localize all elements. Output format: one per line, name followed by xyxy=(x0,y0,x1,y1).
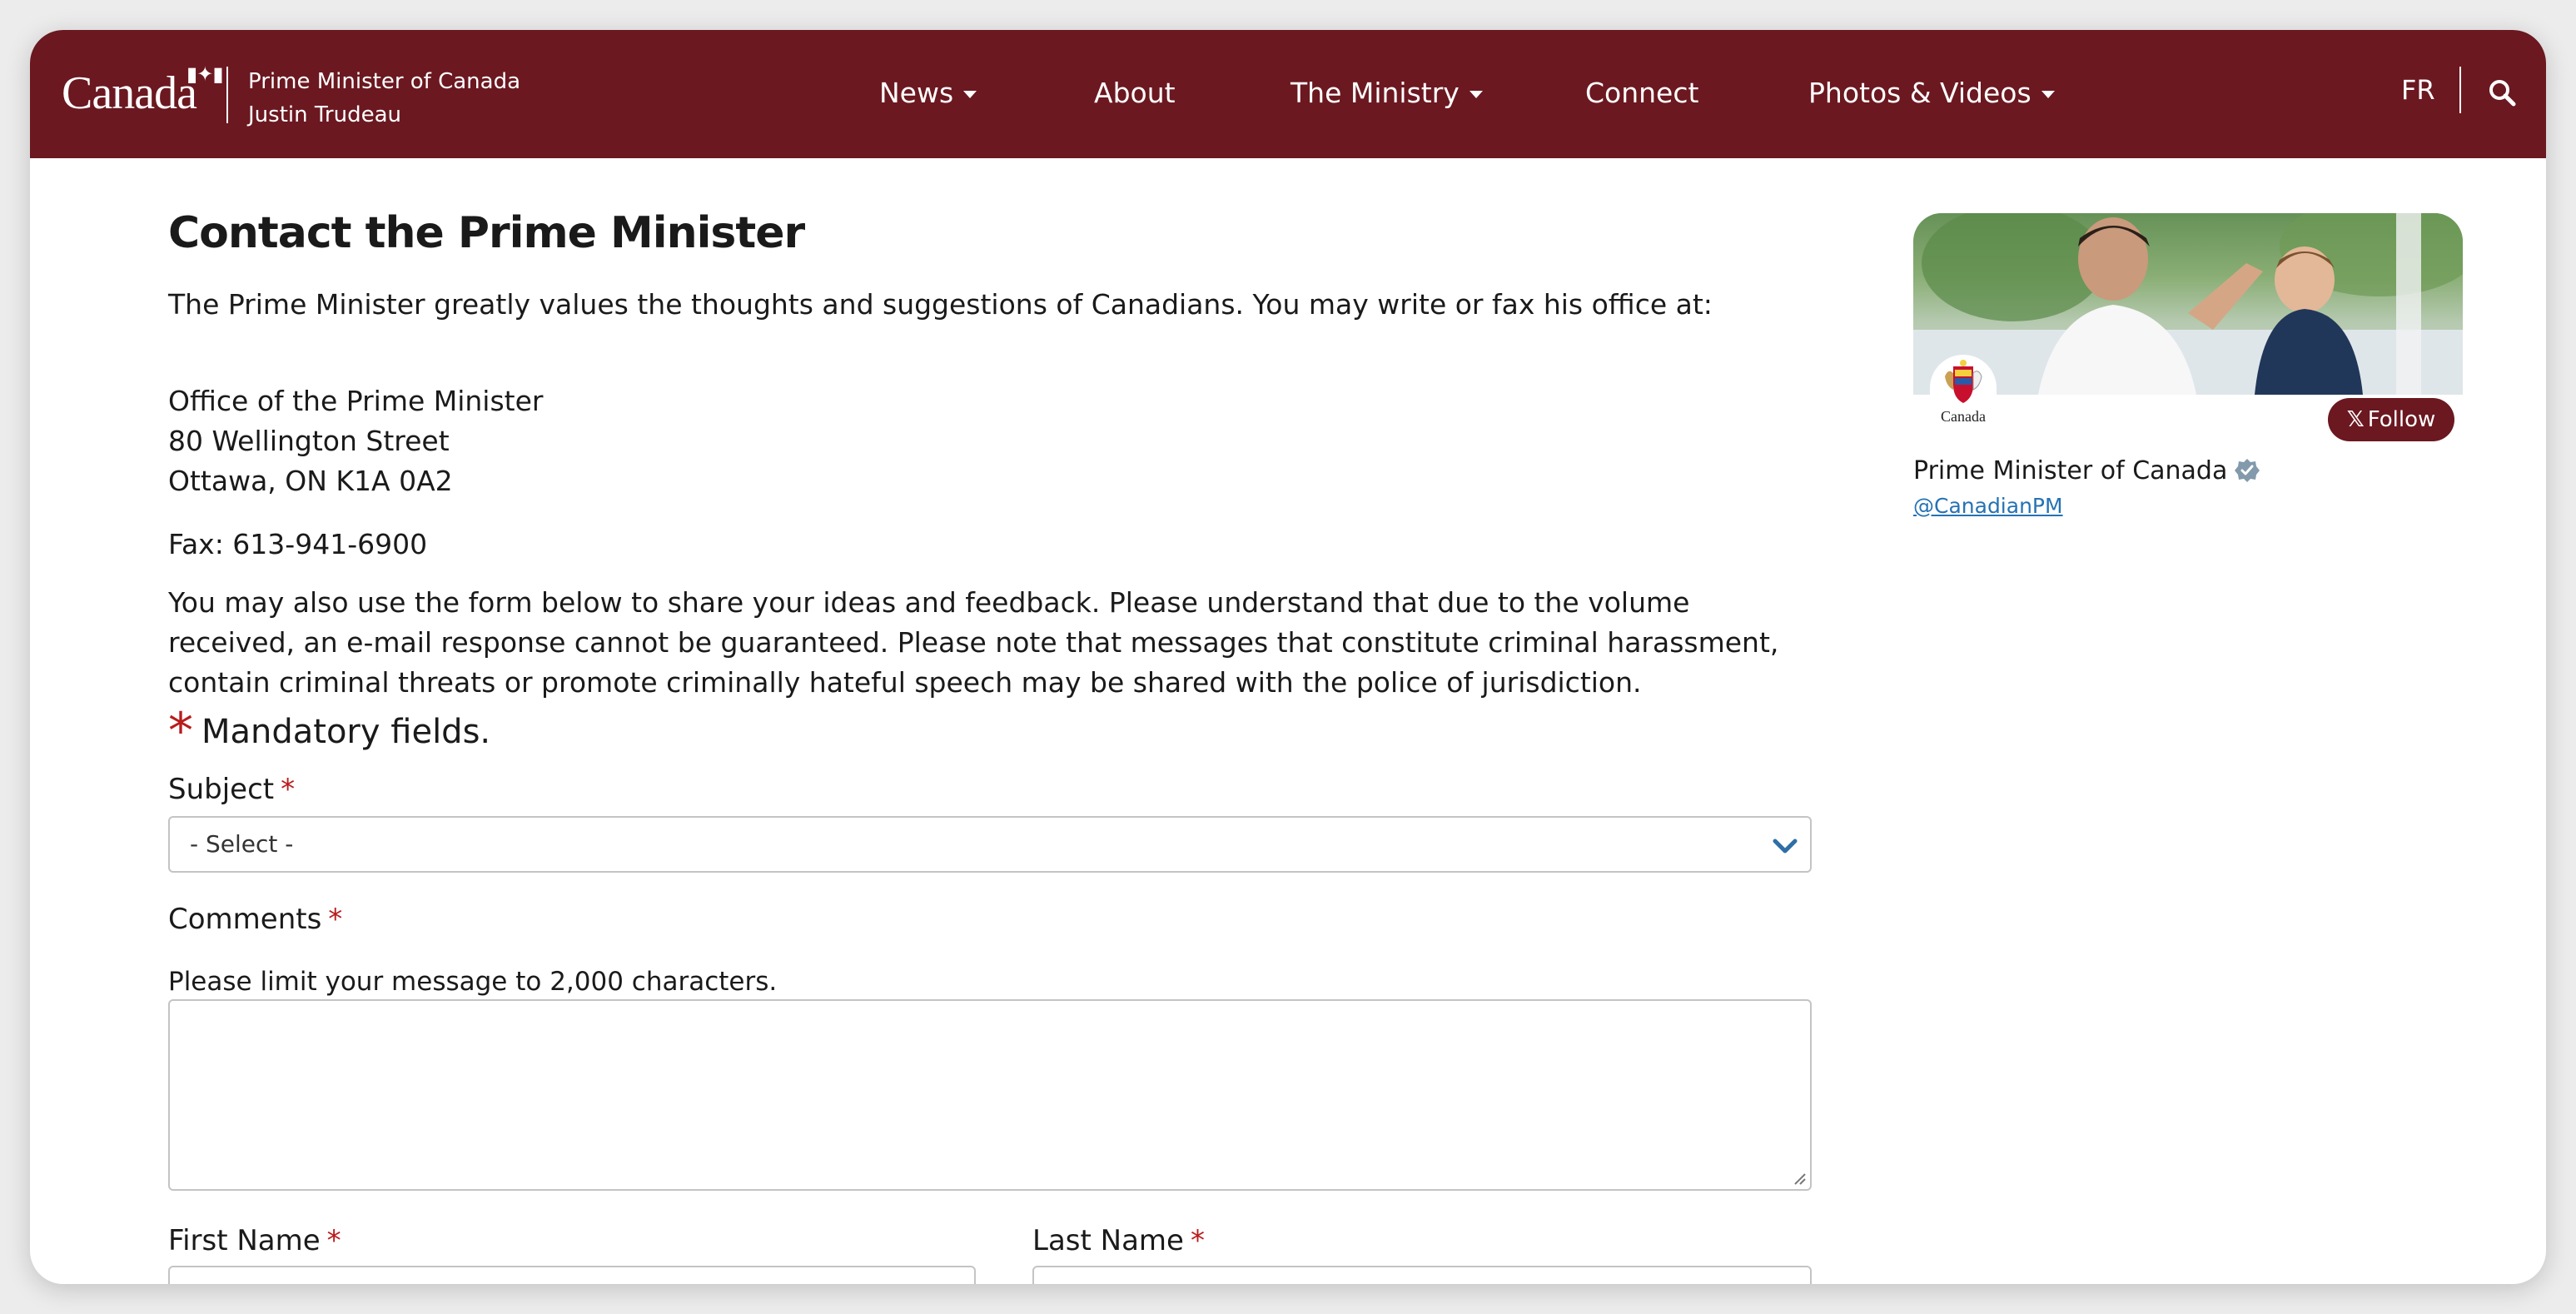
profile-avatar[interactable]: Canada xyxy=(1930,355,1997,430)
nav-item-about[interactable]: About xyxy=(1094,75,1176,112)
account-name[interactable]: Prime Minister of Canada xyxy=(1913,455,2260,488)
required-star: * xyxy=(168,702,193,760)
caret-down-icon xyxy=(1469,91,1483,98)
account-handle-link[interactable]: @CanadianPM xyxy=(1913,491,2063,521)
subject-label: Subject * xyxy=(168,769,295,809)
nav-item-news[interactable]: News xyxy=(879,75,977,112)
nav-item-the-ministry[interactable]: The Ministry xyxy=(1290,75,1483,112)
address-line-2: 80 Wellington Street xyxy=(168,425,450,457)
fax-number: Fax: 613-941-6900 xyxy=(168,528,428,560)
comments-helper-text: Please limit your message to 2,000 chara… xyxy=(168,967,778,997)
mailing-address: Office of the Prime Minister 80 Wellingt… xyxy=(168,381,543,501)
x-logo-icon: 𝕏 xyxy=(2346,407,2365,432)
required-star: * xyxy=(328,903,343,936)
account-name-text: Prime Minister of Canada xyxy=(1913,456,2228,485)
nav-label: About xyxy=(1094,77,1176,109)
comments-label-text: Comments xyxy=(168,903,322,936)
nav-label: News xyxy=(879,77,954,109)
required-star: * xyxy=(326,1224,341,1257)
nav-label: Connect xyxy=(1585,77,1699,109)
comments-label: Comments * xyxy=(168,899,342,939)
language-toggle[interactable]: FR xyxy=(2401,72,2435,108)
verified-badge-icon xyxy=(2235,459,2260,482)
avatar-caption: Canada xyxy=(1941,408,1986,425)
profile-banner-image xyxy=(1913,213,2463,395)
last-name-label-text: Last Name xyxy=(1032,1224,1184,1257)
intro-text: The Prime Minister greatly values the th… xyxy=(168,288,1713,321)
first-name-input[interactable] xyxy=(168,1266,976,1284)
follow-button[interactable]: 𝕏 Follow xyxy=(2328,398,2454,441)
nav-divider xyxy=(2459,67,2461,113)
resize-grip-icon[interactable] xyxy=(1792,1171,1807,1186)
required-star: * xyxy=(1190,1224,1205,1257)
main-nav: News About The Ministry Connect Photos &… xyxy=(30,30,2546,158)
first-name-label-text: First Name xyxy=(168,1224,321,1257)
follow-label: Follow xyxy=(2367,407,2436,432)
comments-textarea[interactable] xyxy=(168,999,1812,1191)
last-name-input[interactable] xyxy=(1032,1266,1812,1284)
site-header: Canada ▮✦▮ Prime Minister of Canada Just… xyxy=(30,30,2546,158)
subject-select[interactable]: - Select - xyxy=(168,816,1812,873)
subject-label-text: Subject xyxy=(168,773,275,806)
page-title: Contact the Prime Minister xyxy=(168,208,805,258)
mandatory-fields-note: * Mandatory fields. xyxy=(168,706,491,756)
nav-label: The Ministry xyxy=(1290,77,1460,109)
caret-down-icon xyxy=(2041,91,2055,98)
mandatory-text: Mandatory fields. xyxy=(201,713,491,751)
coat-of-arms-icon xyxy=(1945,360,1982,403)
last-name-label: Last Name * xyxy=(1032,1221,1205,1261)
search-icon[interactable] xyxy=(2488,78,2516,107)
caret-down-icon xyxy=(963,91,977,98)
form-notice: You may also use the form below to share… xyxy=(168,586,1779,699)
nav-item-photos-videos[interactable]: Photos & Videos xyxy=(1808,75,2055,112)
browser-window: Canada ▮✦▮ Prime Minister of Canada Just… xyxy=(30,30,2546,1284)
address-line-1: Office of the Prime Minister xyxy=(168,385,544,417)
nav-item-connect[interactable]: Connect xyxy=(1585,75,1698,112)
nav-label: Photos & Videos xyxy=(1808,77,2031,109)
address-line-3: Ottawa, ON K1A 0A2 xyxy=(168,465,453,497)
required-star: * xyxy=(281,773,296,806)
subject-select-value: - Select - xyxy=(190,830,294,858)
first-name-label: First Name * xyxy=(168,1221,341,1261)
chevron-down-icon xyxy=(1773,839,1798,854)
banner-photo-illustration xyxy=(1913,213,2463,395)
